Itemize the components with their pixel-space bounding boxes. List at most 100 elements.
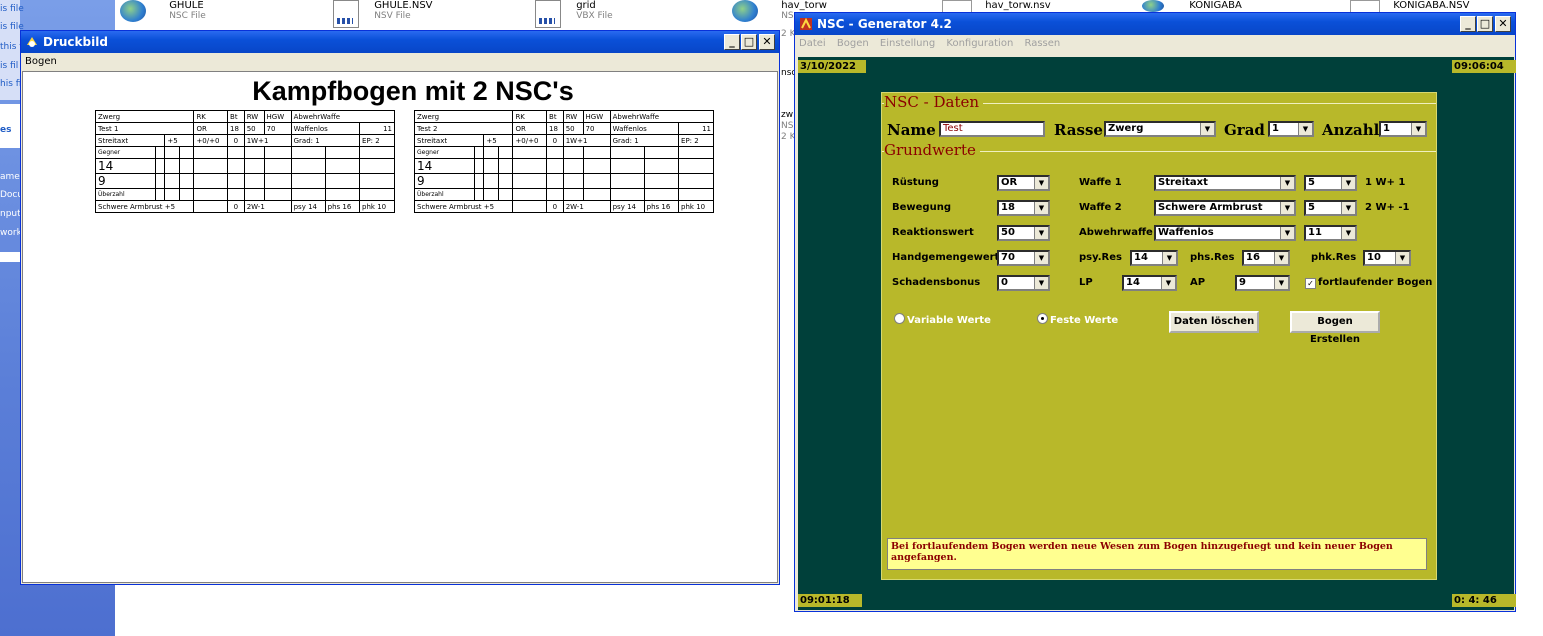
task-link[interactable]: is fil [0,61,18,71]
bogen-erstellen-button[interactable]: Bogen Erstellen [1290,311,1380,345]
chevron-down-icon[interactable]: ▼ [1034,227,1048,239]
chevron-down-icon[interactable]: ▼ [1280,177,1294,189]
variable-werte-radio[interactable]: Variable Werte [894,313,991,326]
hgw-label: Handgemengewert [892,252,1000,263]
radio-unselected-icon[interactable] [894,313,905,324]
schaden-select[interactable]: 0 ▼ [997,275,1050,291]
abwehr-select[interactable]: Waffenlos ▼ [1154,225,1296,241]
chevron-down-icon[interactable]: ▼ [1341,227,1355,239]
grad-select[interactable]: 1 ▼ [1268,121,1314,137]
bewegung-select[interactable]: 18 ▼ [997,200,1050,216]
name-label: Name [887,121,936,139]
abwehr-label: Abwehrwaffe [1079,227,1153,238]
minimize-button[interactable]: _ [724,34,740,50]
feste-werte-label: Feste Werte [1050,315,1119,326]
card-value: Waffenlos [290,122,361,135]
task-link[interactable]: is file [0,4,24,14]
nsc-file-icon [732,0,758,22]
file-konigaba[interactable]: KONIGABA [1142,0,1242,12]
chevron-down-icon[interactable]: ▼ [1341,202,1355,214]
waffe1-select[interactable]: Streitaxt ▼ [1154,175,1296,191]
hgw-select[interactable]: 70 ▼ [997,250,1050,266]
date-display: 3/10/2022 [798,60,866,73]
card-ep: EP: 2 [359,134,395,147]
close-button[interactable]: ✕ [1495,16,1511,32]
anzahl-label: Anzahl [1322,121,1380,139]
chevron-down-icon[interactable]: ▼ [1395,252,1409,264]
maximize-button[interactable]: □ [1477,16,1493,32]
phk-res-select[interactable]: 10 ▼ [1363,250,1411,266]
daten-loeschen-button[interactable]: Daten löschen [1169,311,1259,333]
group-grundwerte: Grundwerte [884,141,980,159]
waffe1-value: Streitaxt [1158,177,1208,188]
menu-bogen[interactable]: Bogen [25,56,57,67]
chevron-down-icon[interactable]: ▼ [1034,277,1048,289]
abwehr-bonus-select[interactable]: 11 ▼ [1304,225,1357,241]
card-weapon: Streitaxt [413,134,485,147]
chevron-down-icon[interactable]: ▼ [1298,123,1312,135]
chevron-down-icon[interactable]: ▼ [1034,202,1048,214]
waffe2-bonus-select[interactable]: 5 ▼ [1304,200,1357,216]
nsc-client-area: 3/10/2022 09:06:04 09:01:18 0: 4: 46 NSC… [798,57,1516,610]
nsc-file-icon [1142,0,1164,12]
feste-werte-radio[interactable]: Feste Werte [1037,313,1118,326]
minimize-button[interactable]: _ [1460,16,1476,32]
checkbox-checked-icon[interactable]: ✓ [1305,278,1316,289]
waffe2-label: Waffe 2 [1079,202,1122,213]
place-link[interactable]: work [0,228,22,238]
chevron-down-icon[interactable]: ▼ [1200,123,1214,135]
rasse-select[interactable]: Zwerg ▼ [1104,121,1216,137]
group-nsc-daten: NSC - Daten [884,93,984,111]
anzahl-select[interactable]: 1 ▼ [1379,121,1427,137]
waffe1-bonus-select[interactable]: 5 ▼ [1304,175,1357,191]
card-grade: Grad: 1 [609,134,680,147]
ruestung-select[interactable]: OR ▼ [997,175,1050,191]
phs-res-select[interactable]: 16 ▼ [1242,250,1290,266]
maximize-button[interactable]: □ [741,34,757,50]
druckbild-menubar: Bogen [21,53,779,71]
lp-select[interactable]: 14 ▼ [1122,275,1177,291]
card-value: 50 [243,122,265,135]
phk-res-value: 10 [1367,252,1381,263]
chevron-down-icon[interactable]: ▼ [1034,252,1048,264]
card-value: 0 [227,200,245,213]
druckbild-titlebar[interactable]: Druckbild _ □ ✕ [21,31,779,53]
card-race: Zwerg [413,110,514,123]
nsc-main-panel: NSC - Daten Name Test Rasse Zwerg ▼ Grad … [881,92,1437,580]
file-grid[interactable]: grid VBX File [535,0,613,28]
chevron-down-icon[interactable]: ▼ [1280,202,1294,214]
close-button[interactable]: ✕ [759,34,775,50]
chevron-down-icon[interactable]: ▼ [1274,252,1288,264]
chevron-down-icon[interactable]: ▼ [1161,277,1175,289]
menu-konfiguration[interactable]: Konfiguration [946,38,1013,49]
waffe2-value: Schwere Armbrust [1158,202,1263,213]
fortlaufend-checkbox[interactable]: ✓ fortlaufender Bogen [1305,277,1432,289]
menu-datei[interactable]: Datei [799,38,826,49]
task-link[interactable]: his fi [0,79,21,89]
radio-selected-icon[interactable] [1037,313,1048,324]
menu-einstellung[interactable]: Einstellung [880,38,935,49]
chevron-down-icon[interactable]: ▼ [1034,177,1048,189]
reaktion-select[interactable]: 50 ▼ [997,225,1050,241]
card-race: Zwerg [94,110,195,123]
file-ghule-nsv[interactable]: GHULE.NSV NSV File [333,0,433,28]
bewegung-label: Bewegung [892,202,951,213]
nsc-titlebar[interactable]: NSC - Generator 4.2 _ □ ✕ [795,13,1515,35]
card-value: 1W+1 [562,134,611,147]
chevron-down-icon[interactable]: ▼ [1280,227,1294,239]
card-header: HGW [263,110,292,123]
chevron-down-icon[interactable]: ▼ [1341,177,1355,189]
chevron-down-icon[interactable]: ▼ [1411,123,1425,135]
file-ghule[interactable]: GHULE NSC File [120,0,206,22]
card-header: HGW [582,110,611,123]
ap-select[interactable]: 9 ▼ [1235,275,1290,291]
menu-rassen[interactable]: Rassen [1024,38,1060,49]
name-input[interactable]: Test [939,121,1045,137]
card-value: 0 [227,134,245,147]
psy-res-select[interactable]: 14 ▼ [1130,250,1178,266]
card-header: RK [512,110,548,123]
menu-bogen[interactable]: Bogen [837,38,869,49]
chevron-down-icon[interactable]: ▼ [1162,252,1176,264]
chevron-down-icon[interactable]: ▼ [1274,277,1288,289]
waffe2-select[interactable]: Schwere Armbrust ▼ [1154,200,1296,216]
